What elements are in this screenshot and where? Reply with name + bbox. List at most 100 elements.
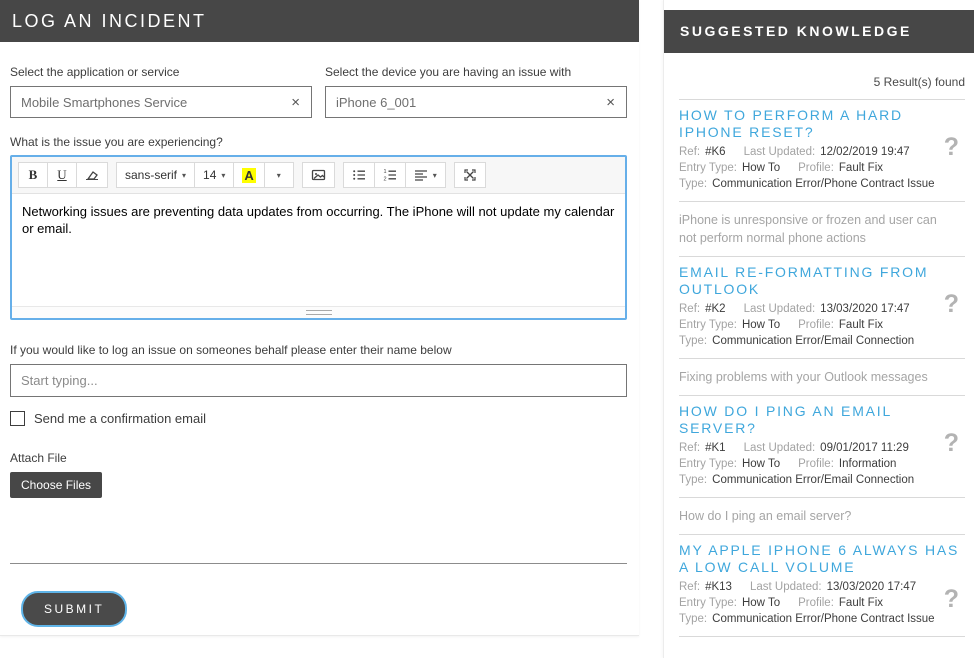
knowledge-item-meta: Ref:#K6Last Updated:12/02/2019 19:47 Ent… bbox=[679, 144, 965, 192]
form-divider bbox=[10, 563, 627, 564]
profile-value: Fault Fix bbox=[839, 319, 883, 331]
knowledge-item-description: Fixing problems with your Outlook messag… bbox=[679, 368, 965, 386]
unordered-list-button[interactable] bbox=[343, 162, 375, 188]
behalf-name-input[interactable] bbox=[10, 364, 627, 397]
type-label: Type: bbox=[679, 474, 707, 486]
bold-button[interactable]: B bbox=[18, 162, 48, 188]
results-count: 5 Result(s) found bbox=[679, 75, 965, 89]
chevron-down-icon: ▾ bbox=[277, 171, 281, 180]
updated-value: 13/03/2020 17:47 bbox=[827, 581, 917, 593]
fullscreen-button[interactable] bbox=[454, 162, 486, 188]
updated-label: Last Updated: bbox=[750, 581, 822, 593]
font-size-dropdown[interactable]: 14 ▾ bbox=[194, 162, 234, 188]
knowledge-item-description: How do I ping an email server? bbox=[679, 507, 965, 525]
underline-button[interactable]: U bbox=[47, 162, 77, 188]
suggested-knowledge-panel: SUGGESTED KNOWLEDGE 5 Result(s) found HO… bbox=[663, 0, 974, 658]
entry-type-label: Entry Type: bbox=[679, 319, 737, 331]
unordered-list-icon bbox=[352, 168, 366, 182]
editor-toolbar: B U sans-serif ▾ 14 ▾ bbox=[12, 157, 625, 194]
ordered-list-button[interactable]: 12 bbox=[374, 162, 406, 188]
ref-label: Ref: bbox=[679, 146, 700, 158]
type-label: Type: bbox=[679, 613, 707, 625]
font-family-dropdown[interactable]: sans-serif ▾ bbox=[116, 162, 195, 188]
confirmation-email-label: Send me a confirmation email bbox=[34, 411, 206, 426]
updated-label: Last Updated: bbox=[744, 146, 816, 158]
fullscreen-icon bbox=[463, 168, 477, 182]
submit-button[interactable]: SUBMIT bbox=[21, 591, 127, 627]
font-color-dropdown[interactable]: ▾ bbox=[264, 162, 294, 188]
type-label: Type: bbox=[679, 178, 707, 190]
profile-label: Profile: bbox=[798, 458, 834, 470]
knowledge-item-title[interactable]: HOW TO PERFORM A HARD IPHONE RESET? bbox=[679, 107, 965, 141]
divider bbox=[679, 201, 965, 202]
profile-label: Profile: bbox=[798, 319, 834, 331]
app-service-select[interactable]: Mobile Smartphones Service × bbox=[10, 86, 312, 118]
question-mark-icon[interactable]: ? bbox=[944, 431, 959, 456]
app-service-label: Select the application or service bbox=[10, 65, 312, 79]
insert-image-button[interactable] bbox=[302, 162, 335, 188]
ref-label: Ref: bbox=[679, 581, 700, 593]
paragraph-align-dropdown[interactable]: ▾ bbox=[405, 162, 446, 188]
entry-type-label: Entry Type: bbox=[679, 458, 737, 470]
attach-file-label: Attach File bbox=[10, 451, 627, 465]
device-value: iPhone 6_001 bbox=[336, 95, 605, 110]
entry-type-label: Entry Type: bbox=[679, 597, 737, 609]
behalf-label: If you would like to log an issue on som… bbox=[10, 343, 627, 357]
profile-value: Fault Fix bbox=[839, 597, 883, 609]
divider bbox=[679, 636, 965, 637]
font-size-value: 14 bbox=[203, 168, 216, 182]
issue-label: What is the issue you are experiencing? bbox=[10, 135, 627, 149]
knowledge-item: MY APPLE IPHONE 6 ALWAYS HAS A LOW CALL … bbox=[679, 542, 965, 637]
updated-value: 13/03/2020 17:47 bbox=[820, 303, 910, 315]
clear-icon[interactable]: × bbox=[290, 93, 301, 112]
knowledge-item: HOW TO PERFORM A HARD IPHONE RESET? ? Re… bbox=[679, 107, 965, 257]
ref-value: #K1 bbox=[705, 442, 725, 454]
app-service-value: Mobile Smartphones Service bbox=[21, 95, 290, 110]
ref-label: Ref: bbox=[679, 303, 700, 315]
type-label: Type: bbox=[679, 335, 707, 347]
divider bbox=[679, 99, 965, 100]
question-mark-icon[interactable]: ? bbox=[944, 587, 959, 612]
font-color-icon: A bbox=[242, 168, 255, 183]
knowledge-panel-title: SUGGESTED KNOWLEDGE bbox=[664, 10, 974, 53]
question-mark-icon[interactable]: ? bbox=[944, 292, 959, 317]
divider bbox=[679, 256, 965, 257]
clear-formatting-button[interactable] bbox=[76, 162, 108, 188]
font-color-button[interactable]: A bbox=[233, 162, 264, 188]
knowledge-item-title[interactable]: MY APPLE IPHONE 6 ALWAYS HAS A LOW CALL … bbox=[679, 542, 965, 576]
ref-value: #K2 bbox=[705, 303, 725, 315]
updated-value: 09/01/2017 11:29 bbox=[820, 442, 909, 454]
divider bbox=[679, 395, 965, 396]
entry-type-value: How To bbox=[742, 162, 780, 174]
knowledge-item-title[interactable]: EMAIL RE-FORMATTING FROM OUTLOOK bbox=[679, 264, 965, 298]
device-select[interactable]: iPhone 6_001 × bbox=[325, 86, 627, 118]
choose-files-button[interactable]: Choose Files bbox=[10, 472, 102, 498]
entry-type-value: How To bbox=[742, 597, 780, 609]
editor-resize-handle[interactable] bbox=[12, 306, 625, 318]
knowledge-item-meta: Ref:#K13Last Updated:13/03/2020 17:47 En… bbox=[679, 579, 965, 627]
entry-type-value: How To bbox=[742, 458, 780, 470]
type-value: Communication Error/Email Connection bbox=[712, 474, 914, 486]
knowledge-item-meta: Ref: #K2 Last Updated: 13/03/2020 17:47 Ent… bbox=[679, 301, 965, 349]
updated-label: Last Updated: bbox=[744, 442, 816, 454]
knowledge-item: HOW DO I PING AN EMAIL SERVER? ? Ref:#K1… bbox=[679, 403, 965, 535]
issue-editor-content[interactable]: Networking issues are preventing data up… bbox=[12, 194, 625, 306]
ordered-list-icon: 12 bbox=[383, 168, 397, 182]
svg-text:2: 2 bbox=[383, 177, 386, 183]
question-mark-icon[interactable]: ? bbox=[944, 135, 959, 160]
svg-text:1: 1 bbox=[383, 169, 386, 175]
device-label: Select the device you are having an issu… bbox=[325, 65, 627, 79]
image-icon bbox=[311, 168, 326, 182]
knowledge-item-title[interactable]: HOW DO I PING AN EMAIL SERVER? bbox=[679, 403, 965, 437]
chevron-down-icon: ▾ bbox=[182, 171, 186, 180]
grip-icon bbox=[306, 310, 332, 315]
clear-icon[interactable]: × bbox=[605, 93, 616, 112]
type-value: Communication Error/Phone Contract Issue bbox=[712, 613, 934, 625]
type-value: Communication Error/Email Connection bbox=[712, 335, 914, 347]
updated-label: Last Updated: bbox=[744, 303, 816, 315]
confirmation-email-checkbox-row[interactable]: Send me a confirmation email bbox=[10, 411, 627, 426]
profile-value: Fault Fix bbox=[839, 162, 883, 174]
confirmation-email-checkbox[interactable] bbox=[10, 411, 25, 426]
knowledge-item-meta: Ref:#K1Last Updated:09/01/2017 11:29 Ent… bbox=[679, 440, 965, 488]
entry-type-label: Entry Type: bbox=[679, 162, 737, 174]
